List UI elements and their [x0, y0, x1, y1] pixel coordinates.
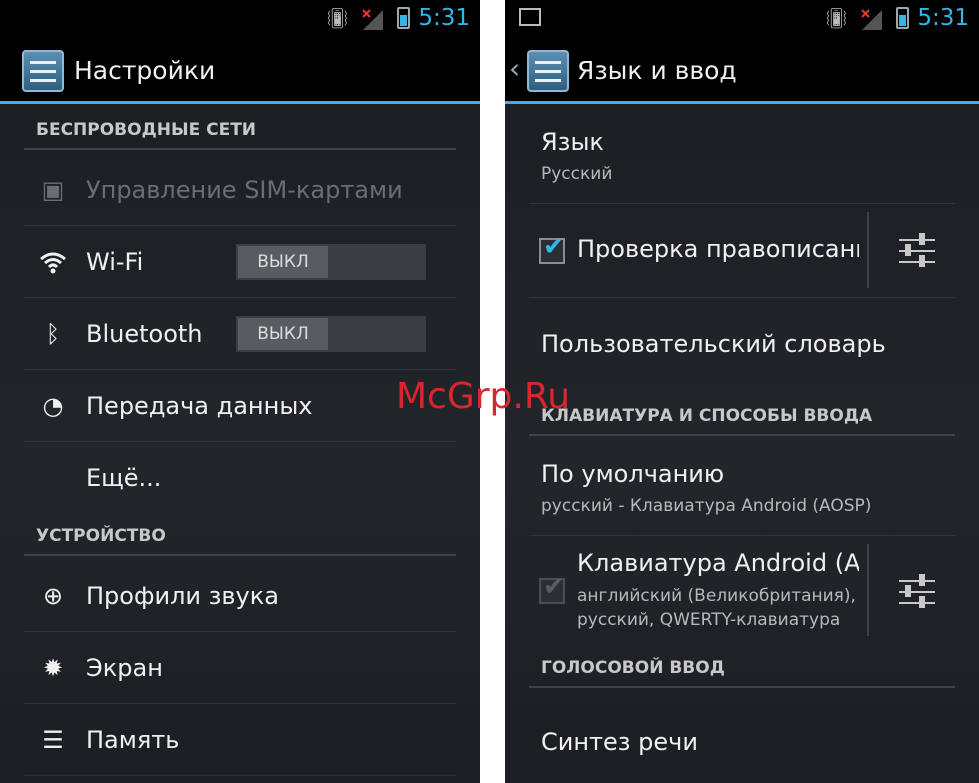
language-input-screen: 📳︎ 5:31 ‹ Язык и ввод Язык Русский ✔ Про…	[505, 0, 979, 783]
page-title: Настройки	[74, 56, 216, 85]
storage-item[interactable]: ☰ Память	[24, 704, 456, 776]
bluetooth-toggle[interactable]: ВЫКЛ	[236, 316, 426, 352]
battery-icon	[397, 7, 410, 29]
spellcheck-checkbox[interactable]: ✔	[539, 232, 565, 264]
data-usage-icon: ◔	[42, 392, 64, 420]
image-notification-icon	[519, 8, 541, 26]
status-bar: 📳︎ 5:31	[0, 0, 480, 38]
wifi-label: Wi-Fi	[86, 248, 144, 276]
more-label: Ещё...	[86, 464, 162, 492]
tts-label: Синтез речи	[541, 728, 698, 756]
divider	[867, 544, 869, 636]
storage-label: Память	[86, 726, 180, 754]
data-usage-label: Передача данных	[86, 392, 313, 420]
sound-profiles-item[interactable]: ⊕ Профили звука	[24, 560, 456, 632]
android-keyboard-item[interactable]: ✔ Клавиатура Android (A английский (Вели…	[529, 536, 955, 646]
display-item[interactable]: ✹ Экран	[24, 632, 456, 704]
back-chevron-icon[interactable]: ‹	[509, 52, 520, 85]
language-value: Русский	[541, 164, 613, 184]
language-item[interactable]: Язык Русский	[529, 108, 955, 204]
sound-profiles-icon: ⊕	[42, 582, 64, 610]
sim-management-label: Управление SIM-картами	[86, 176, 403, 204]
bluetooth-icon: ᛒ	[45, 320, 61, 348]
bluetooth-toggle-state: ВЫКЛ	[238, 318, 328, 350]
android-keyboard-languages-line2: русский, QWERTY-клавиатура	[577, 610, 841, 630]
signal-icon	[861, 9, 882, 30]
default-keyboard-label: По умолчанию	[541, 460, 725, 488]
settings-app-icon[interactable]	[22, 50, 64, 92]
watermark: McGrp.Ru	[396, 376, 571, 417]
more-item[interactable]: Ещё...	[24, 442, 456, 514]
data-usage-item[interactable]: ◔ Передача данных	[24, 370, 456, 442]
bluetooth-label: Bluetooth	[86, 320, 203, 348]
android-keyboard-languages-line1: английский (Великобритания),	[577, 586, 856, 606]
clock: 5:31	[917, 5, 969, 31]
brightness-icon: ✹	[42, 654, 64, 682]
android-keyboard-label: Клавиатура Android (A	[577, 549, 859, 577]
signal-icon	[362, 9, 383, 30]
vibrate-icon: 📳︎	[823, 6, 849, 30]
spellcheck-label: Проверка правописани	[577, 235, 859, 263]
section-keyboard: КЛАВИАТУРА И СПОСОБЫ ВВОДА	[529, 396, 955, 436]
tts-item[interactable]: Синтез речи	[529, 692, 955, 783]
page-title: Язык и ввод	[577, 56, 737, 85]
spellcheck-settings-icon[interactable]	[897, 231, 937, 271]
default-keyboard-item[interactable]: По умолчанию русский - Клавиатура Androi…	[529, 440, 955, 536]
divider	[867, 212, 869, 288]
section-voice-input: ГОЛОСОВОЙ ВВОД	[529, 648, 955, 688]
action-bar: Настройки	[0, 38, 480, 104]
wifi-toggle-state: ВЫКЛ	[238, 246, 328, 278]
spellcheck-item[interactable]: ✔ Проверка правописани	[529, 204, 955, 298]
user-dictionary-item[interactable]: Пользовательский словарь	[529, 298, 955, 398]
bluetooth-item[interactable]: ᛒ Bluetooth ВЫКЛ	[24, 298, 456, 370]
sound-profiles-label: Профили звука	[86, 582, 279, 610]
android-keyboard-checkbox[interactable]: ✔	[539, 572, 565, 604]
storage-icon: ☰	[42, 726, 64, 754]
sim-card-icon: ▣	[41, 176, 65, 204]
language-label: Язык	[541, 128, 604, 156]
android-keyboard-settings-icon[interactable]	[897, 572, 937, 612]
status-bar: 📳︎ 5:31	[505, 0, 979, 38]
wifi-icon	[40, 252, 66, 274]
sim-management-item: ▣ Управление SIM-картами	[24, 154, 456, 226]
battery-icon	[896, 7, 909, 29]
display-label: Экран	[86, 654, 163, 682]
default-keyboard-value: русский - Клавиатура Android (AOSP)	[541, 496, 872, 516]
settings-app-icon[interactable]	[527, 50, 569, 92]
section-wireless: БЕСПРОВОДНЫЕ СЕТИ	[24, 110, 456, 150]
vibrate-icon: 📳︎	[324, 6, 350, 30]
action-bar: ‹ Язык и ввод	[505, 38, 979, 104]
wifi-item[interactable]: Wi-Fi ВЫКЛ	[24, 226, 456, 298]
wifi-toggle[interactable]: ВЫКЛ	[236, 244, 426, 280]
user-dictionary-label: Пользовательский словарь	[541, 330, 886, 358]
clock: 5:31	[418, 5, 470, 31]
section-device: УСТРОЙСТВО	[24, 516, 456, 556]
